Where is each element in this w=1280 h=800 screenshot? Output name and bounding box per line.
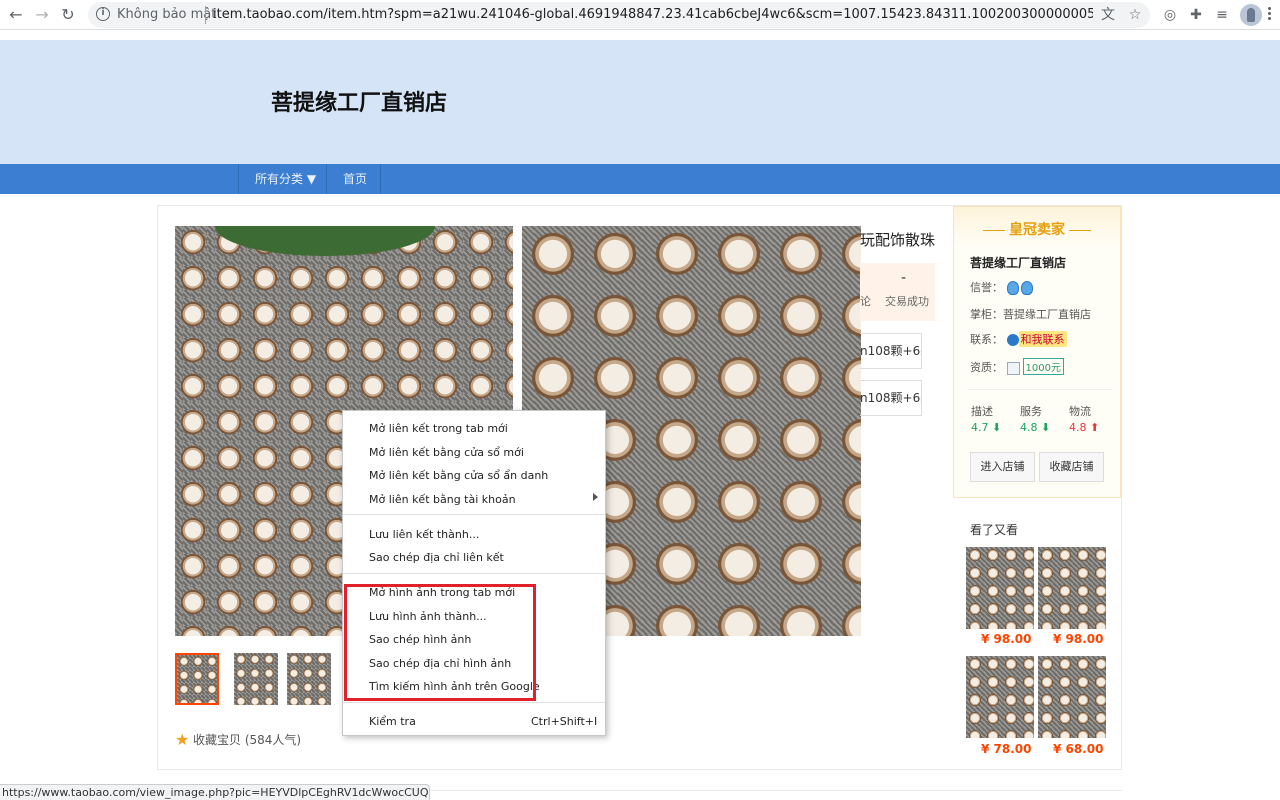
qualification-row: 资质： 1000元 bbox=[970, 358, 1064, 375]
nav-home[interactable]: 首页 bbox=[343, 164, 367, 194]
also-viewed-title: 看了又看 bbox=[970, 523, 1019, 537]
also-viewed-price[interactable]: ¥ 78.00 bbox=[981, 742, 1031, 756]
thumbnail-3[interactable] bbox=[287, 653, 331, 705]
also-viewed-price[interactable]: ¥ 98.00 bbox=[1053, 632, 1103, 646]
ctx-open-link-incognito[interactable]: Mở liên kết bằng cửa sổ ẩn danh bbox=[369, 469, 548, 482]
keeper-row: 掌柜：菩提缘工厂直销店 bbox=[970, 306, 1091, 322]
ctx-copy-link-address[interactable]: Sao chép địa chỉ liên kết bbox=[369, 551, 504, 564]
sku-option[interactable]: n108颗+6颗 bbox=[860, 380, 922, 416]
chat-icon[interactable] bbox=[1006, 334, 1019, 346]
license-icon[interactable] bbox=[1006, 361, 1020, 375]
product-title-fragment: 玩配饰散珠 bbox=[860, 231, 936, 249]
extensions-puzzle-icon[interactable]: ✚ bbox=[1186, 5, 1206, 25]
thumbnail-1[interactable] bbox=[175, 653, 219, 705]
address-bar[interactable]: i Không bảo mật item.taobao.com/item.htm… bbox=[88, 2, 1150, 28]
diamond-badge-icon bbox=[1020, 281, 1033, 295]
favorite-shop-button[interactable]: 收藏店铺 bbox=[1039, 452, 1104, 482]
back-arrow-icon[interactable]: ← bbox=[6, 5, 26, 25]
score-value: 4.8 ⬇ bbox=[1020, 421, 1051, 434]
also-viewed-image[interactable] bbox=[1038, 656, 1106, 738]
profile-avatar[interactable] bbox=[1240, 4, 1262, 26]
also-viewed-image[interactable] bbox=[1038, 547, 1106, 629]
diamond-badge-icon bbox=[1006, 281, 1019, 295]
ctx-inspect-shortcut: Ctrl+Shift+I bbox=[531, 715, 598, 728]
nav-divider bbox=[380, 164, 381, 194]
bookmark-star-icon[interactable]: ☆ bbox=[1126, 6, 1144, 24]
submenu-arrow-icon bbox=[593, 493, 598, 501]
also-viewed-price[interactable]: ¥ 68.00 bbox=[1053, 742, 1103, 756]
enter-shop-button[interactable]: 进入店铺 bbox=[970, 452, 1035, 482]
qualification-label: 资质： bbox=[970, 361, 1003, 374]
stats-label-cut: 论 bbox=[860, 295, 871, 308]
score-value: 4.8 ⬆ bbox=[1069, 421, 1100, 434]
url-text[interactable]: item.taobao.com/item.htm?spm=a21wu.24104… bbox=[213, 7, 1093, 22]
ctx-separator bbox=[343, 702, 605, 703]
score-label: 物流 bbox=[1069, 405, 1091, 418]
translate-icon[interactable]: 文 bbox=[1099, 6, 1117, 24]
contact-label: 联系： bbox=[970, 333, 1003, 346]
stats-label: 交易成功 bbox=[885, 295, 929, 308]
seller-divider bbox=[968, 389, 1112, 390]
score-label: 描述 bbox=[971, 405, 993, 418]
seller-name[interactable]: 菩提缘工厂直销店 bbox=[970, 254, 1066, 271]
contact-row: 联系： 和我联系 bbox=[970, 331, 1067, 347]
nav-all-categories[interactable]: 所有分类 ▼ bbox=[255, 164, 316, 194]
nav-divider bbox=[326, 164, 327, 194]
sku-option[interactable]: n108颗+6颗 bbox=[860, 333, 922, 369]
ctx-separator bbox=[343, 573, 605, 574]
also-viewed-image[interactable] bbox=[966, 547, 1034, 629]
score-label: 服务 bbox=[1020, 405, 1042, 418]
nav-divider bbox=[238, 164, 239, 194]
also-viewed-price[interactable]: ¥ 98.00 bbox=[981, 632, 1031, 646]
score-value: 4.7 ⬇ bbox=[971, 421, 1002, 434]
ctx-inspect[interactable]: Kiểm tra bbox=[369, 715, 416, 728]
shop-title[interactable]: 菩提缘工厂直销店 bbox=[271, 85, 447, 117]
browser-menu-icon[interactable] bbox=[1268, 7, 1272, 23]
info-icon[interactable]: i bbox=[96, 7, 110, 21]
address-separator bbox=[205, 6, 206, 24]
forward-arrow-icon[interactable]: → bbox=[32, 5, 52, 25]
shop-banner: 菩提缘工厂直销店 bbox=[0, 40, 1280, 164]
seller-tier: 皇冠卖家 bbox=[954, 219, 1120, 239]
also-viewed-image[interactable] bbox=[966, 656, 1034, 738]
stats-box bbox=[860, 263, 935, 321]
extension-owl-icon[interactable]: ◎ bbox=[1160, 5, 1180, 25]
ctx-open-link-as-account[interactable]: Mở liên kết bằng tài khoản bbox=[369, 493, 516, 506]
favorite-count[interactable]: 收藏宝贝 (584人气) bbox=[193, 731, 301, 748]
ctx-separator bbox=[343, 514, 605, 515]
ctx-open-link-new-tab[interactable]: Mở liên kết trong tab mới bbox=[369, 422, 508, 435]
ctx-save-link-as[interactable]: Lưu liên kết thành... bbox=[369, 528, 479, 541]
browser-toolbar: ← → ↻ i Không bảo mật item.taobao.com/it… bbox=[0, 0, 1280, 30]
contact-button[interactable]: 和我联系 bbox=[1018, 331, 1067, 347]
shop-navbar: 所有分类 ▼ 首页 bbox=[0, 164, 1280, 194]
credit-label: 信誉： bbox=[970, 281, 1003, 294]
keeper-value: 菩提缘工厂直销店 bbox=[1003, 308, 1091, 321]
deposit-badge[interactable]: 1000元 bbox=[1022, 358, 1064, 375]
favorite-star-icon[interactable]: ★ bbox=[175, 730, 189, 749]
status-bar-url: https://www.taobao.com/view_image.php?pi… bbox=[0, 784, 430, 800]
ctx-open-link-new-window[interactable]: Mở liên kết bằng cửa sổ mới bbox=[369, 446, 524, 459]
credit-row: 信誉： bbox=[970, 279, 1035, 295]
stats-value: - bbox=[901, 270, 907, 286]
keeper-label: 掌柜： bbox=[970, 308, 1003, 321]
thumbnail-2[interactable] bbox=[234, 653, 278, 705]
reading-list-icon[interactable]: ≡ bbox=[1212, 5, 1232, 25]
reload-icon[interactable]: ↻ bbox=[58, 5, 78, 25]
security-label[interactable]: Không bảo mật bbox=[117, 7, 216, 22]
red-highlight-box bbox=[344, 584, 536, 701]
